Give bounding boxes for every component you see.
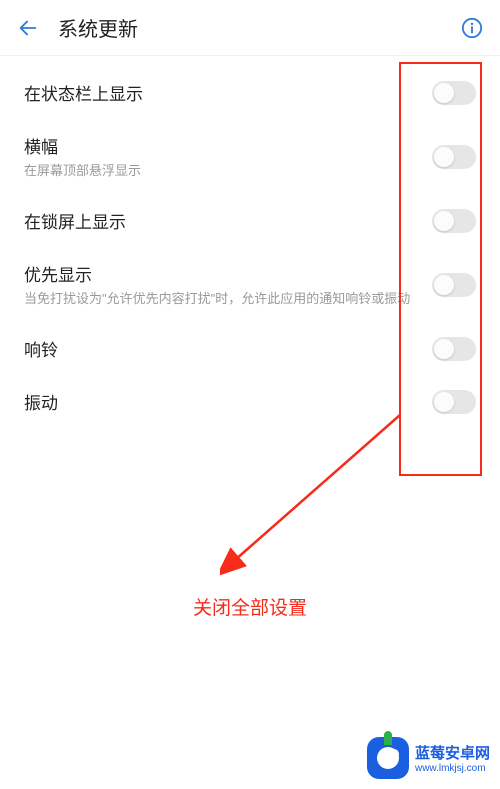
row-vibrate[interactable]: 振动 xyxy=(0,375,500,428)
info-icon[interactable] xyxy=(458,14,486,42)
toggle-lockscreen[interactable] xyxy=(432,209,476,233)
back-icon[interactable] xyxy=(14,14,42,42)
annotation-arrow-icon xyxy=(220,405,420,575)
annotation-label: 关闭全部设置 xyxy=(0,593,500,620)
row-title: 优先显示 xyxy=(24,261,422,286)
watermark-url: www.lmkjsj.com xyxy=(415,763,490,774)
row-lockscreen[interactable]: 在锁屏上显示 xyxy=(0,194,500,247)
row-banner[interactable]: 横幅 在屏幕顶部悬浮显示 xyxy=(0,119,500,194)
row-status-bar[interactable]: 在状态栏上显示 xyxy=(0,66,500,119)
row-text: 振动 xyxy=(24,389,432,414)
row-subtitle: 当免打扰设为"允许优先内容打扰"时，允许此应用的通知响铃或振动 xyxy=(24,290,422,308)
row-title: 振动 xyxy=(24,389,422,414)
header: 系统更新 xyxy=(0,0,500,56)
row-title: 响铃 xyxy=(24,336,422,361)
row-text: 响铃 xyxy=(24,336,432,361)
row-title: 横幅 xyxy=(24,133,422,158)
row-text: 横幅 在屏幕顶部悬浮显示 xyxy=(24,133,432,180)
row-text: 在锁屏上显示 xyxy=(24,208,432,233)
row-title: 在状态栏上显示 xyxy=(24,80,422,105)
toggle-status-bar[interactable] xyxy=(432,81,476,105)
row-priority[interactable]: 优先显示 当免打扰设为"允许优先内容打扰"时，允许此应用的通知响铃或振动 xyxy=(0,247,500,322)
blueberry-icon xyxy=(367,737,409,779)
row-text: 优先显示 当免打扰设为"允许优先内容打扰"时，允许此应用的通知响铃或振动 xyxy=(24,261,432,308)
row-subtitle: 在屏幕顶部悬浮显示 xyxy=(24,162,422,180)
toggle-vibrate[interactable] xyxy=(432,390,476,414)
watermark-text: 蓝莓安卓网 www.lmkjsj.com xyxy=(415,742,490,774)
toggle-ring[interactable] xyxy=(432,337,476,361)
watermark: 蓝莓安卓网 www.lmkjsj.com xyxy=(367,737,490,779)
watermark-title: 蓝莓安卓网 xyxy=(415,742,490,763)
row-text: 在状态栏上显示 xyxy=(24,80,432,105)
toggle-priority[interactable] xyxy=(432,273,476,297)
row-ring[interactable]: 响铃 xyxy=(0,322,500,375)
row-title: 在锁屏上显示 xyxy=(24,208,422,233)
toggle-banner[interactable] xyxy=(432,145,476,169)
page-title: 系统更新 xyxy=(58,13,458,42)
settings-list: 在状态栏上显示 横幅 在屏幕顶部悬浮显示 在锁屏上显示 优先显示 当免打扰设为"… xyxy=(0,56,500,428)
